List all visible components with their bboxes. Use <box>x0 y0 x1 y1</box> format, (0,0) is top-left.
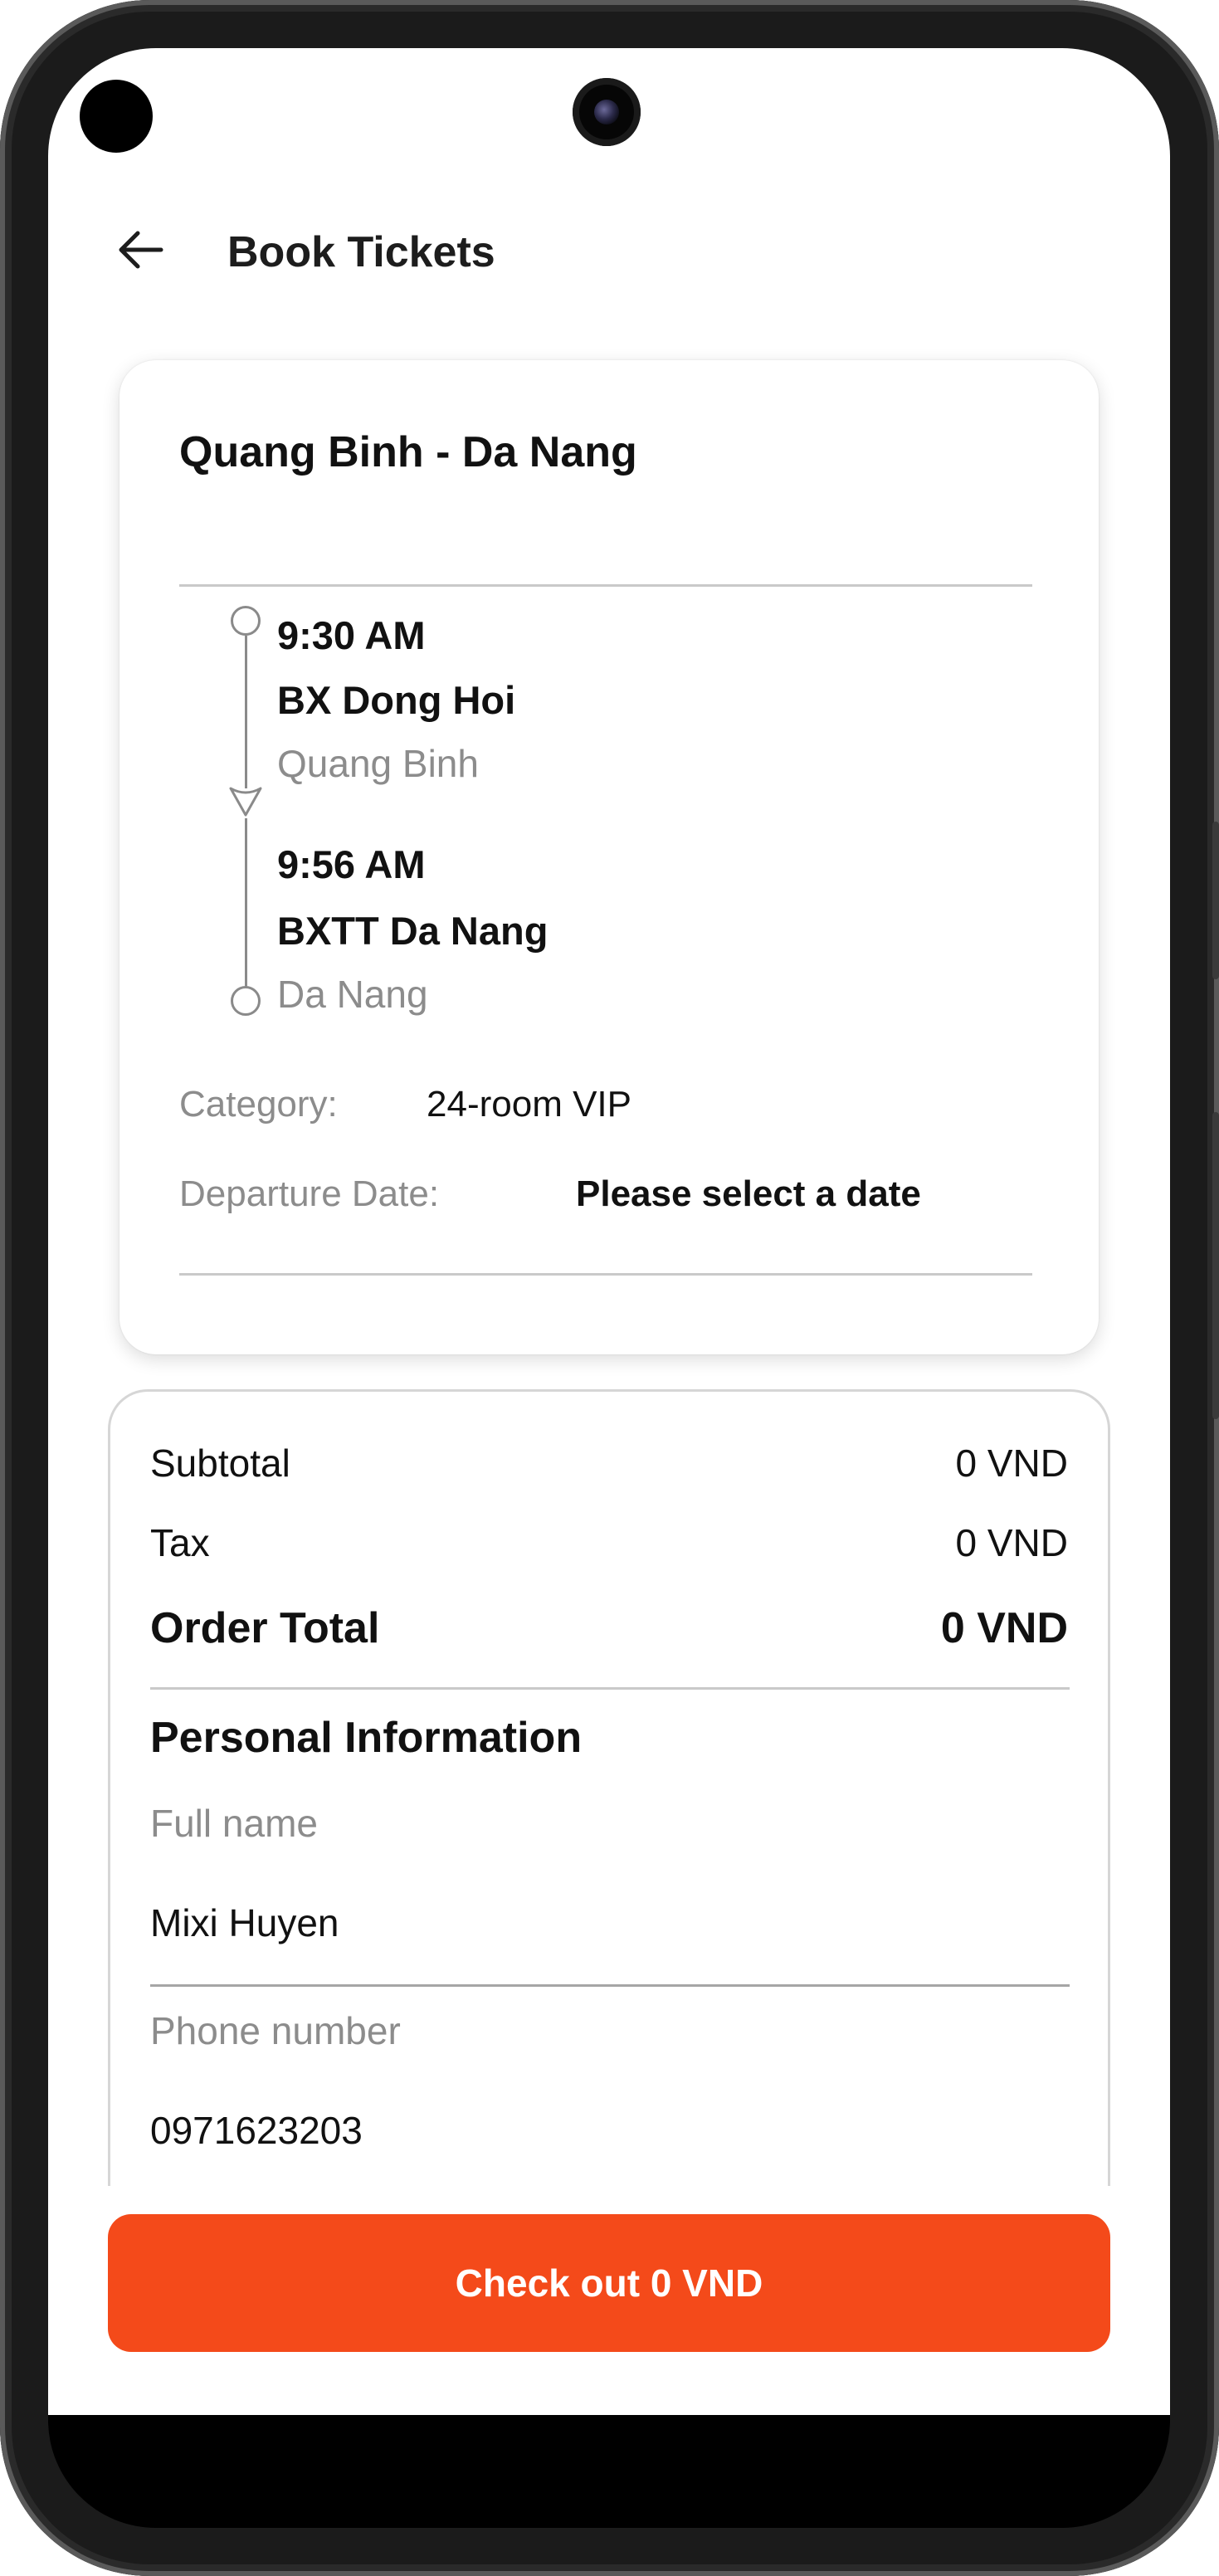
tax-label: Tax <box>150 1521 210 1564</box>
phone-number-label: Phone number <box>150 2009 401 2052</box>
category-label: Category: <box>179 1084 338 1125</box>
destination-dot-icon <box>231 986 261 1016</box>
full-name-input[interactable]: Mixi Huyen <box>150 1900 339 1946</box>
power-button <box>1212 1112 1219 1419</box>
order-total-label: Order Total <box>150 1604 380 1652</box>
arrival-station: BXTT Da Nang <box>277 909 549 953</box>
departure-station: BX Dong Hoi <box>277 678 516 722</box>
departure-city: Quang Binh <box>277 742 479 785</box>
direction-arrow-icon <box>229 787 262 817</box>
route-title: Quang Binh - Da Nang <box>179 428 637 476</box>
full-name-underline <box>150 1984 1070 1987</box>
divider <box>150 1687 1070 1690</box>
route-card: Quang Binh - Da Nang 9:30 AM BX Dong Hoi… <box>119 360 1099 1354</box>
personal-info-title: Personal Information <box>150 1714 583 1762</box>
divider <box>179 584 1032 587</box>
arrival-time: 9:56 AM <box>277 842 426 886</box>
tax-value: 0 VND <box>955 1521 1068 1564</box>
page-title: Book Tickets <box>227 228 495 276</box>
volume-button <box>1212 822 1219 979</box>
departure-time: 9:30 AM <box>277 613 426 657</box>
arrival-city: Da Nang <box>277 973 428 1016</box>
screen: Book Tickets Quang Binh - Da Nang 9:30 A… <box>48 48 1170 2528</box>
phone-frame: Book Tickets Quang Binh - Da Nang 9:30 A… <box>0 0 1219 2576</box>
divider <box>179 1273 1032 1276</box>
camera-cutout <box>80 80 153 153</box>
checkout-button[interactable]: Check out 0 VND <box>108 2214 1110 2352</box>
arrow-left-icon <box>119 231 163 269</box>
subtotal-label: Subtotal <box>150 1442 290 1485</box>
app-screen: Book Tickets Quang Binh - Da Nang 9:30 A… <box>48 48 1170 2415</box>
timeline-line <box>245 818 247 988</box>
checkout-button-label: Check out 0 VND <box>455 2261 763 2305</box>
back-button[interactable] <box>91 204 191 295</box>
phone-number-input[interactable]: 0971623203 <box>150 2107 363 2154</box>
origin-dot-icon <box>231 606 261 636</box>
full-name-label: Full name <box>150 1802 318 1845</box>
timeline-line <box>245 636 247 788</box>
subtotal-value: 0 VND <box>955 1442 1068 1485</box>
front-camera <box>573 78 641 146</box>
order-total-value: 0 VND <box>940 1604 1068 1652</box>
departure-date-picker[interactable]: Please select a date <box>576 1172 921 1217</box>
category-value: 24-room VIP <box>427 1084 631 1125</box>
departure-date-label: Departure Date: <box>179 1173 440 1214</box>
order-card: Subtotal 0 VND Tax 0 VND Order Total 0 V… <box>108 1389 1110 2186</box>
